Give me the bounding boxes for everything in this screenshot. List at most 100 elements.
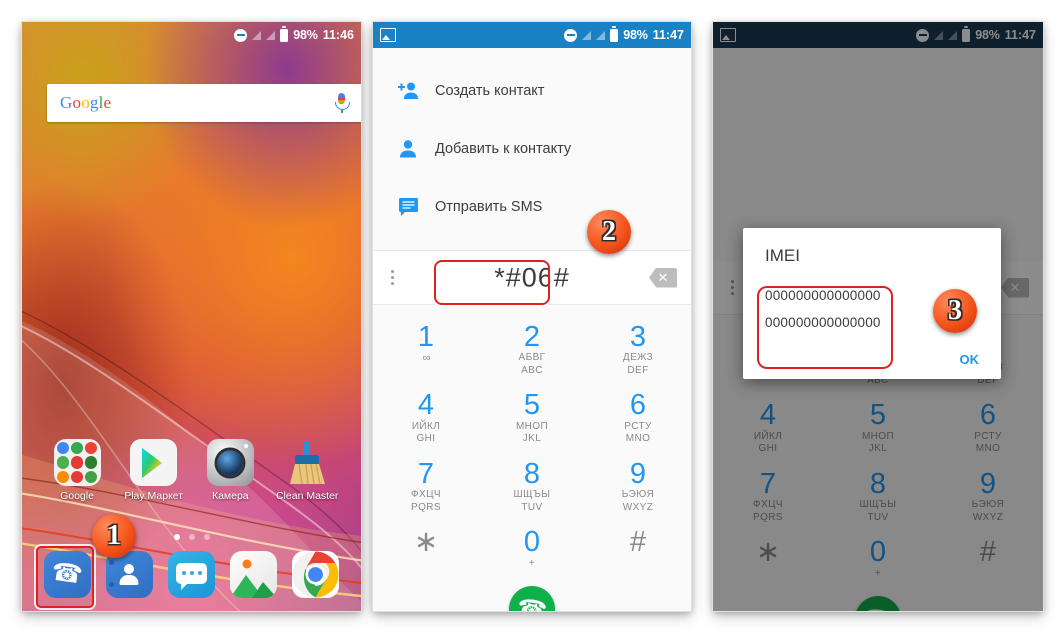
key-sub-latin: ABC xyxy=(521,364,543,376)
phone-home-screen: 98% 11:46 Google Google Play Маркет Каме… xyxy=(22,22,361,611)
phone-dialer: 98% 11:47 Создать контакт Добавить к кон… xyxy=(373,22,691,611)
google-logo: Google xyxy=(60,93,112,112)
dialog-title: IMEI xyxy=(765,246,800,265)
signal-icon-1 xyxy=(582,30,592,40)
key-sub-cyrillic: МНОП xyxy=(515,420,549,432)
key-sub-latin: JKL xyxy=(522,433,542,445)
app-label: Камера xyxy=(211,490,249,502)
do-not-disturb-icon xyxy=(564,28,578,42)
key-number: ∗ xyxy=(413,526,439,559)
keypad-row: 4 ИЙКЛ GHI 5 МНОП JKL 6 РСТУ MNO xyxy=(373,383,691,451)
key-7[interactable]: 7 ФХЦЧ PQRS xyxy=(373,452,479,520)
battery-icon xyxy=(610,26,619,42)
marker-number: 2 xyxy=(602,216,616,247)
step-marker-3: 3 xyxy=(933,289,977,333)
keypad-row: ∗ 0 + # xyxy=(373,520,691,576)
key-8[interactable]: 8 ШЩЪЫ TUV xyxy=(479,452,585,520)
page-dot[interactable] xyxy=(203,534,210,540)
clean-master-icon xyxy=(283,439,330,486)
keypad-row: 1∞ 2АБВГABC 3ДЕЖЗDEF xyxy=(373,315,691,383)
key-3[interactable]: 3ДЕЖЗDEF xyxy=(585,315,691,383)
dock-chrome-icon[interactable] xyxy=(292,550,340,598)
highlight-imei-values xyxy=(757,286,893,369)
sms-icon xyxy=(393,198,423,216)
play-store-icon xyxy=(130,439,178,486)
key-number: 1 xyxy=(417,321,435,353)
key-sub-cyrillic: ФХЦЧ xyxy=(411,489,441,501)
key-sub-cyrillic: АБВГ xyxy=(518,352,546,364)
key-number: 2 xyxy=(523,321,541,353)
dial-keypad: 1 ∞ 2 АБВГ ABC 3 ДЕЖЗ DEF 4 ИЙКЛ GHI 5 МНОП JKL 6… xyxy=(373,305,691,611)
key-4[interactable]: 4 ИЙКЛ GHI xyxy=(373,383,479,451)
google-search-widget[interactable]: Google xyxy=(47,84,361,122)
key-number: 7 xyxy=(417,457,435,490)
person-icon xyxy=(393,139,423,159)
app-label: Clean Master xyxy=(275,490,339,502)
key-sub-latin: DEF xyxy=(627,364,649,376)
backspace-icon[interactable]: ✕ xyxy=(649,267,677,288)
menu-item-add-to-contact[interactable]: Добавить к контакту xyxy=(373,120,691,178)
status-right: 98% 11:46 xyxy=(234,26,354,42)
key-star[interactable]: ∗ xyxy=(373,520,479,576)
menu-item-label: Добавить к контакту xyxy=(435,141,572,157)
app-google-folder[interactable]: Google xyxy=(46,439,108,502)
status-bar-dialer: 98% 11:47 xyxy=(373,22,691,48)
call-button-icon[interactable]: ☎ xyxy=(509,586,555,611)
dock-messages-icon[interactable] xyxy=(167,550,215,598)
key-1[interactable]: 1∞ xyxy=(373,315,479,383)
page-dot[interactable] xyxy=(188,534,195,540)
battery-icon xyxy=(280,26,289,42)
key-sub-cyrillic: РСТУ xyxy=(624,420,652,432)
app-clean-master[interactable]: Clean Master xyxy=(276,439,338,502)
do-not-disturb-icon xyxy=(234,28,248,42)
key-sub-latin: GHI xyxy=(416,433,436,445)
key-2[interactable]: 2АБВГABC xyxy=(479,315,585,383)
key-sub-latin: PQRS xyxy=(411,501,441,513)
dialer-context-menu: Создать контакт Добавить к контакту Отпр… xyxy=(373,48,691,250)
key-sub-cyrillic: ДЕЖЗ xyxy=(622,352,654,364)
key-sub-cyrillic: ИЙКЛ xyxy=(411,420,441,432)
page-indicator xyxy=(22,534,361,540)
app-label: Play Маркет xyxy=(124,490,184,502)
key-0[interactable]: 0 + xyxy=(479,520,585,576)
step-marker-1: 1 xyxy=(92,514,136,558)
voicemail-icon: ∞ xyxy=(422,352,431,365)
status-clock: 11:47 xyxy=(652,28,684,42)
key-5[interactable]: 5 МНОП JKL xyxy=(479,383,585,451)
battery-percent: 98% xyxy=(623,28,648,42)
key-9[interactable]: 9 ЬЭЮЯ WXYZ xyxy=(585,452,691,520)
key-number: 0 xyxy=(523,526,541,559)
camera-icon xyxy=(206,439,254,486)
key-number: 5 xyxy=(523,389,541,422)
battery-percent: 98% xyxy=(293,28,318,42)
status-left xyxy=(380,28,564,42)
microphone-icon[interactable] xyxy=(334,93,350,113)
key-sub-plus: + xyxy=(528,557,536,569)
app-play-store[interactable]: Play Маркет xyxy=(123,439,185,502)
key-hash[interactable]: # xyxy=(585,520,691,576)
menu-item-create-contact[interactable]: Создать контакт xyxy=(373,62,691,120)
phone-imei-dialog: 98% 11:47 ✕ 1∞ 2АБВГABC 3ДЕЖЗDEF 4ИЙКЛGH… xyxy=(713,22,1043,611)
kebab-menu-icon[interactable] xyxy=(387,266,398,289)
key-6[interactable]: 6 РСТУ MNO xyxy=(585,383,691,451)
dock-gallery-icon[interactable] xyxy=(230,550,278,598)
status-bar-home: 98% 11:46 xyxy=(22,22,361,48)
key-number: 4 xyxy=(417,389,435,422)
menu-item-send-sms[interactable]: Отправить SMS xyxy=(373,178,691,236)
signal-icon-2 xyxy=(596,30,606,40)
signal-icon-2 xyxy=(266,30,276,40)
app-label: Google xyxy=(60,490,94,502)
page-dot-active[interactable] xyxy=(173,534,180,540)
key-number: 8 xyxy=(523,457,541,490)
call-row: ☎ xyxy=(373,576,691,611)
key-number: 9 xyxy=(629,457,647,490)
app-row: Google Play Маркет Камера Clean Master xyxy=(46,439,338,502)
app-camera[interactable]: Камера xyxy=(199,439,261,502)
picture-icon xyxy=(380,28,396,42)
key-sub-cyrillic: ШЩЪЫ xyxy=(513,489,551,501)
screenshot-canvas: 98% 11:46 Google Google Play Маркет Каме… xyxy=(0,0,1064,633)
signal-icon-1 xyxy=(252,30,262,40)
highlight-phone-app xyxy=(36,546,94,608)
key-sub-cyrillic: ЬЭЮЯ xyxy=(621,489,655,501)
status-clock: 11:46 xyxy=(322,28,354,42)
